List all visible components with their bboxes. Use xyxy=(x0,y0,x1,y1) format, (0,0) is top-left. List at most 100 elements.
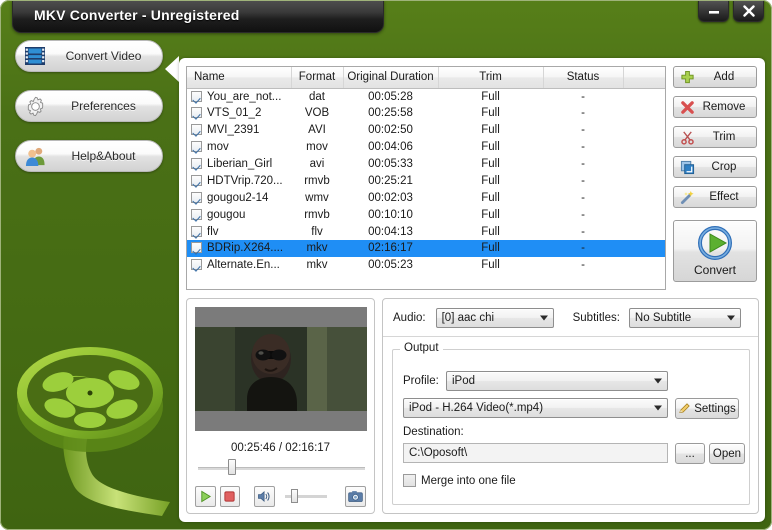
effect-label: Effect xyxy=(709,191,739,203)
cell-name: HDTVrip.720... xyxy=(187,172,291,189)
cell-status: - xyxy=(581,124,585,137)
sidebar-label-help-about: Help&About xyxy=(71,149,136,163)
sidebar-item-convert-video[interactable]: Convert Video xyxy=(15,40,163,72)
trim-button[interactable]: Trim xyxy=(673,126,757,148)
table-row[interactable]: Alternate.En... mkv 00:05:23 Full - xyxy=(187,257,665,274)
column-header-name[interactable]: Name xyxy=(187,67,292,89)
sidebar-item-preferences[interactable]: Preferences xyxy=(15,90,163,122)
cell-duration: 00:25:21 xyxy=(368,174,413,187)
chevron-down-icon xyxy=(539,315,548,320)
volume-slider-track[interactable] xyxy=(284,488,328,503)
row-checkbox[interactable] xyxy=(191,107,202,119)
speaker-icon xyxy=(258,490,270,502)
row-checkbox[interactable] xyxy=(191,158,202,169)
pencil-icon xyxy=(679,403,690,413)
audio-label: Audio: xyxy=(393,311,426,324)
row-checkbox[interactable] xyxy=(191,225,202,237)
audio-track-dropdown[interactable]: [0] aac chi xyxy=(435,307,554,328)
row-checkbox[interactable] xyxy=(191,191,202,203)
destination-value: C:\Oposoft\ xyxy=(409,447,468,459)
column-header-status[interactable]: Status xyxy=(543,67,624,89)
column-header-trim[interactable]: Trim xyxy=(438,67,544,89)
table-row[interactable]: You_are_not... dat 00:05:28 Full - xyxy=(187,88,665,105)
row-checkbox[interactable] xyxy=(191,174,202,186)
sidebar-item-help-about[interactable]: Help&About xyxy=(15,140,163,172)
table-row[interactable]: gougou2-14 wmv 00:02:03 Full - xyxy=(187,189,665,206)
seek-slider-thumb[interactable] xyxy=(228,459,237,475)
cell-trim: Full xyxy=(481,208,500,221)
browse-button[interactable]: ... xyxy=(675,443,705,464)
cell-status: - xyxy=(581,191,585,204)
format-dropdown[interactable]: iPod - H.264 Video(*.mp4) xyxy=(403,398,668,418)
volume-slider-thumb[interactable] xyxy=(290,488,298,503)
cross-icon xyxy=(678,98,696,116)
add-button[interactable]: Add xyxy=(673,66,757,88)
seek-slider-track[interactable] xyxy=(198,467,365,470)
stop-icon xyxy=(224,490,236,502)
table-row[interactable]: gougou rmvb 00:10:10 Full - xyxy=(187,206,665,223)
cell-name-text: gougou xyxy=(207,208,246,221)
row-checkbox[interactable] xyxy=(191,141,202,153)
column-header-format[interactable]: Format xyxy=(291,67,344,89)
crop-button[interactable]: Crop xyxy=(673,156,757,178)
table-row[interactable]: flv flv 00:04:13 Full - xyxy=(187,223,665,240)
file-list-panel[interactable]: Name Format Original Duration Trim Statu… xyxy=(186,66,666,290)
convert-button[interactable]: Convert xyxy=(673,220,757,282)
cell-name-text: VTS_01_2 xyxy=(207,107,262,120)
open-button[interactable]: Open xyxy=(709,443,745,464)
row-checkbox[interactable] xyxy=(191,259,202,271)
column-header-duration[interactable]: Original Duration xyxy=(343,67,439,89)
settings-button-label: Settings xyxy=(694,402,736,415)
profile-dropdown[interactable]: iPod xyxy=(446,371,668,391)
action-button-group: Add Remove Trim Crop Effect Convert xyxy=(673,66,759,282)
table-row[interactable]: MVI_2391 AVI 00:02:50 Full - xyxy=(187,122,665,139)
cell-extra xyxy=(623,240,665,257)
cell-duration: 00:10:10 xyxy=(368,208,413,221)
play-button[interactable] xyxy=(195,485,216,507)
cell-name: MVI_2391 xyxy=(187,122,291,139)
minimize-button[interactable] xyxy=(698,0,729,22)
cell-status: - xyxy=(581,225,585,238)
column-header-extra[interactable] xyxy=(623,67,665,89)
row-checkbox[interactable] xyxy=(191,124,202,136)
title-bar[interactable]: MKV Converter - Unregistered xyxy=(12,0,384,33)
table-row[interactable]: Liberian_Girl avi 00:05:33 Full - xyxy=(187,156,665,173)
cell-name-text: gougou2-14 xyxy=(207,191,269,204)
stop-button[interactable] xyxy=(219,485,241,507)
cell-name: You_are_not... xyxy=(187,88,291,105)
chevron-down-icon xyxy=(726,315,735,320)
video-frame[interactable] xyxy=(195,307,367,431)
merge-into-one-file-checkbox[interactable]: Merge into one file xyxy=(403,474,516,487)
cell-format: flv xyxy=(311,225,323,238)
cell-name-text: You_are_not... xyxy=(207,90,282,103)
cell-name-text: Liberian_Girl xyxy=(207,158,273,170)
minimize-icon xyxy=(708,10,719,14)
remove-button[interactable]: Remove xyxy=(673,96,757,118)
file-list-body: You_are_not... dat 00:05:28 Full - VTS_01_2 VO… xyxy=(187,88,665,274)
cell-name-text: MVI_2391 xyxy=(207,124,260,137)
cell-extra xyxy=(623,223,665,240)
table-row[interactable]: mov mov 00:04:06 Full - xyxy=(187,139,665,156)
window-title: MKV Converter - Unregistered xyxy=(34,7,240,23)
cell-extra xyxy=(623,105,665,122)
close-button[interactable] xyxy=(733,0,764,22)
table-row[interactable]: VTS_01_2 VOB 00:25:58 Full - xyxy=(187,105,665,122)
effect-button[interactable]: Effect xyxy=(673,186,757,208)
gear-icon xyxy=(23,94,47,118)
cell-extra xyxy=(623,88,665,105)
row-checkbox[interactable] xyxy=(191,90,202,102)
destination-input[interactable]: C:\Oposoft\ xyxy=(403,443,668,463)
cell-duration: 00:02:50 xyxy=(368,124,413,137)
row-checkbox[interactable] xyxy=(191,208,202,220)
time-display: 00:25:46 / 02:16:17 xyxy=(230,442,331,454)
snapshot-button[interactable] xyxy=(345,485,366,507)
table-row[interactable]: HDTVrip.720... rmvb 00:25:21 Full - xyxy=(187,172,665,189)
table-row[interactable]: BDRip.X264.... mkv 02:16:17 Full - xyxy=(187,240,665,257)
row-checkbox[interactable] xyxy=(191,242,202,254)
cell-extra xyxy=(623,156,665,173)
subtitles-dropdown[interactable]: No Subtitle xyxy=(628,307,741,328)
cell-status: - xyxy=(581,141,585,154)
output-legend: Output xyxy=(400,342,443,354)
volume-button[interactable] xyxy=(254,485,275,507)
settings-button[interactable]: Settings xyxy=(675,398,739,419)
